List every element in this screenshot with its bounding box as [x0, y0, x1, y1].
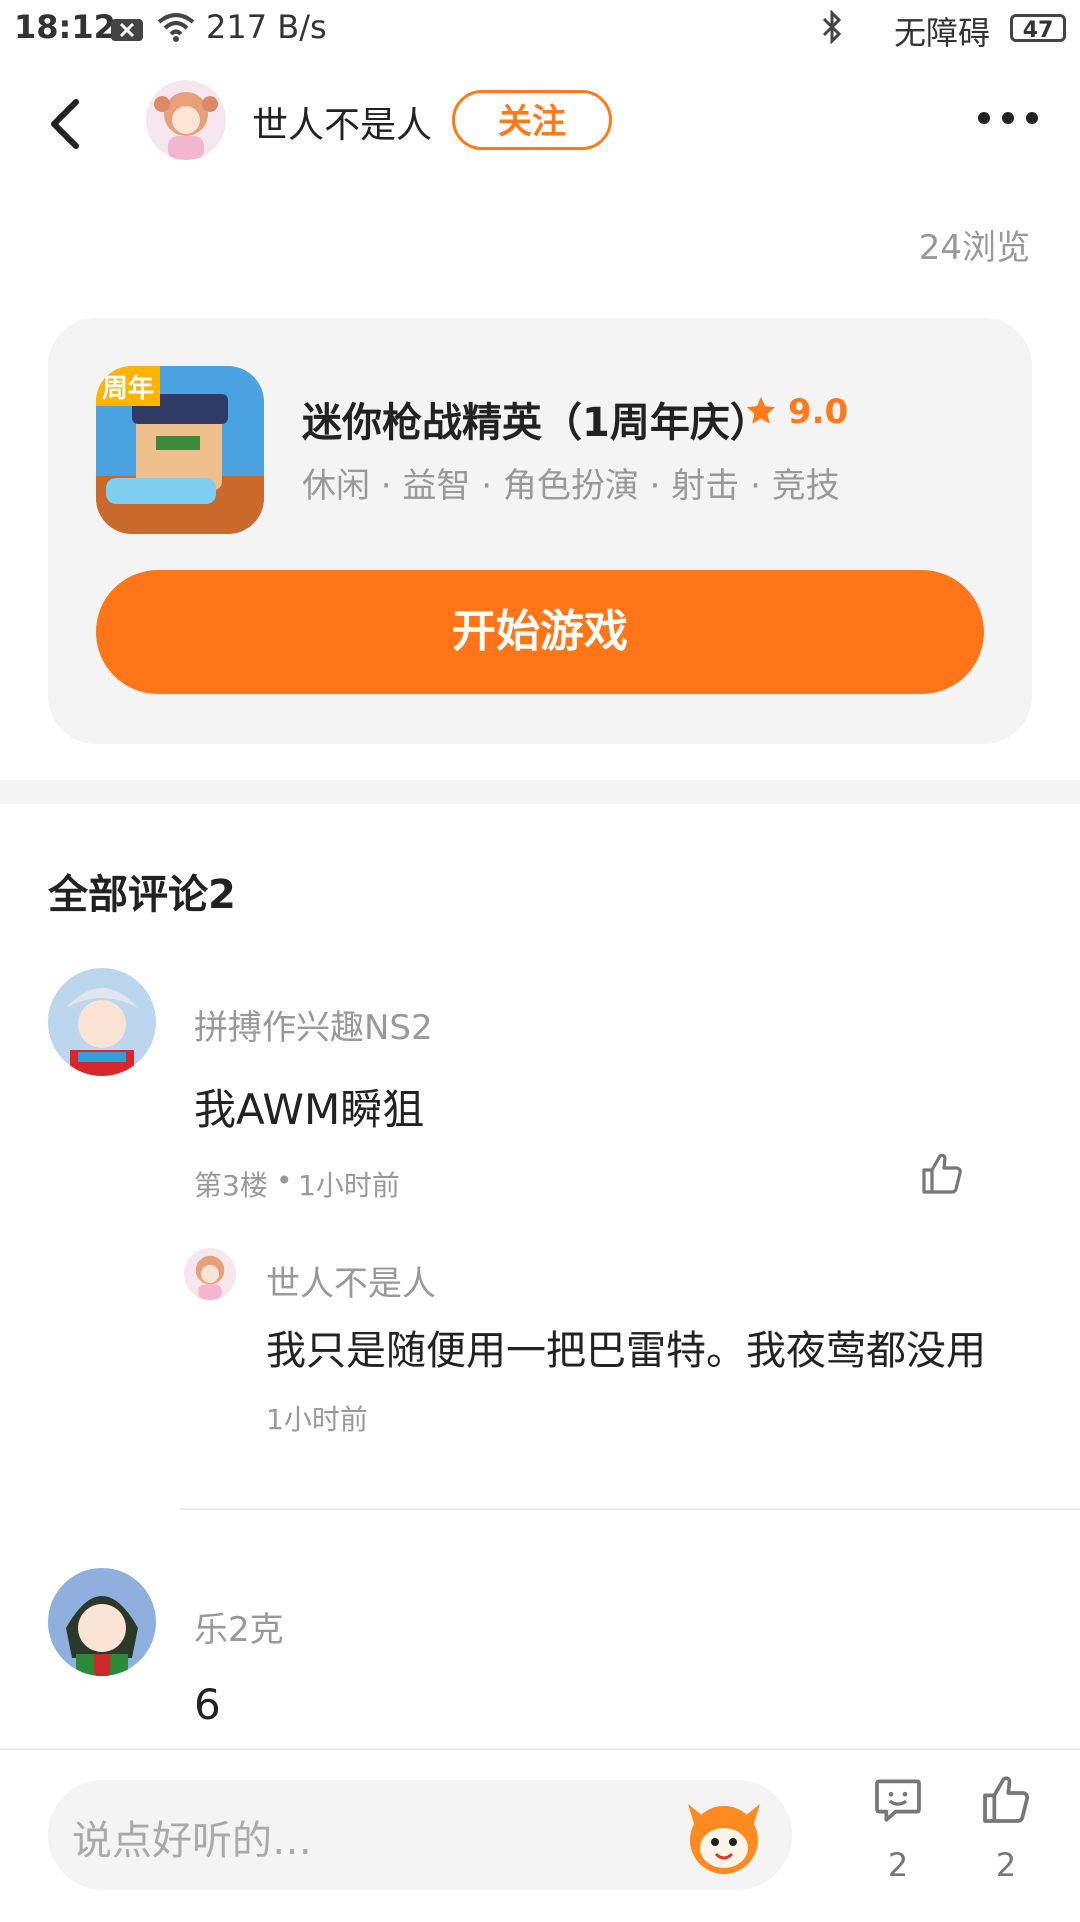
status-time: 18:12: [14, 8, 116, 46]
comment-text: 我AWM瞬狙: [194, 1085, 425, 1134]
star-icon: [744, 394, 778, 432]
comment-input[interactable]: 说点好听的…: [48, 1780, 792, 1890]
meta-separator-dot: •: [276, 1164, 293, 1197]
comment-floor: 第3楼: [194, 1169, 268, 1202]
game-rating: 9.0: [788, 392, 849, 432]
comment-username[interactable]: 拼搏作兴趣NS2: [194, 1000, 433, 1049]
commenter-avatar[interactable]: [48, 968, 156, 1076]
follow-button[interactable]: 关注: [452, 90, 612, 150]
comment-count-button[interactable]: [870, 1772, 926, 1832]
bluetooth-icon: [820, 9, 844, 52]
comment-divider: [180, 1508, 1080, 1510]
comment-input-placeholder: 说点好听的…: [72, 1818, 312, 1864]
comment-time: 1小时前: [298, 1169, 400, 1202]
post-header: 世人不是人 关注: [0, 60, 1080, 180]
game-icon[interactable]: 周年: [96, 366, 264, 534]
comments-header: 全部评论2: [48, 872, 236, 918]
emoji-mascot-icon[interactable]: [678, 1790, 770, 1890]
view-count: 24浏览: [918, 228, 1030, 268]
author-avatar[interactable]: [146, 80, 226, 160]
game-card[interactable]: 周年 迷你枪战精英（1周年庆） 9.0 休闲 · 益智 · 角色扮演 · 射击 …: [48, 318, 1032, 744]
comment-username[interactable]: 乐2克: [194, 1602, 284, 1651]
anniversary-badge: 周年: [102, 374, 155, 404]
network-speed: 217 B/s: [206, 8, 327, 46]
reply-time: 1小时前: [266, 1403, 368, 1436]
section-divider: [0, 780, 1080, 804]
reply-text: 我只是随便用一把巴雷特。我夜莺都没用: [266, 1328, 986, 1374]
game-title[interactable]: 迷你枪战精英（1周年庆）: [302, 390, 770, 448]
start-game-button[interactable]: 开始游戏: [96, 570, 984, 694]
comment-like-button[interactable]: [918, 1150, 966, 1202]
game-tags: 休闲 · 益智 · 角色扮演 · 射击 · 竞技: [302, 466, 840, 506]
back-button[interactable]: [46, 96, 86, 156]
comment-count: 2: [887, 1846, 909, 1884]
thumbs-up-icon: [922, 1153, 962, 1194]
accessibility-label: 无障碍: [893, 14, 990, 52]
more-dots-icon: [978, 112, 1038, 124]
bottom-action-bar: 说点好听的… 2 2: [0, 1748, 1080, 1922]
thumbs-up-icon: [983, 1776, 1030, 1823]
status-bar: 18:12 217 B/s 无障碍 47: [0, 0, 1080, 60]
reply-avatar[interactable]: [184, 1248, 236, 1300]
battery-indicator: 47: [1010, 14, 1066, 43]
more-button[interactable]: [976, 106, 1040, 134]
chat-bubble-icon: [875, 1779, 921, 1822]
notification-icon: [110, 14, 144, 52]
wifi-icon: [156, 10, 196, 50]
reply-username[interactable]: 世人不是人: [266, 1256, 436, 1305]
author-name[interactable]: 世人不是人: [252, 96, 432, 148]
back-arrow-icon: [51, 99, 79, 149]
post-like-button[interactable]: [978, 1772, 1034, 1832]
like-count: 2: [995, 1846, 1017, 1884]
comment-text: 6: [194, 1680, 221, 1729]
commenter-avatar[interactable]: [48, 1568, 156, 1676]
